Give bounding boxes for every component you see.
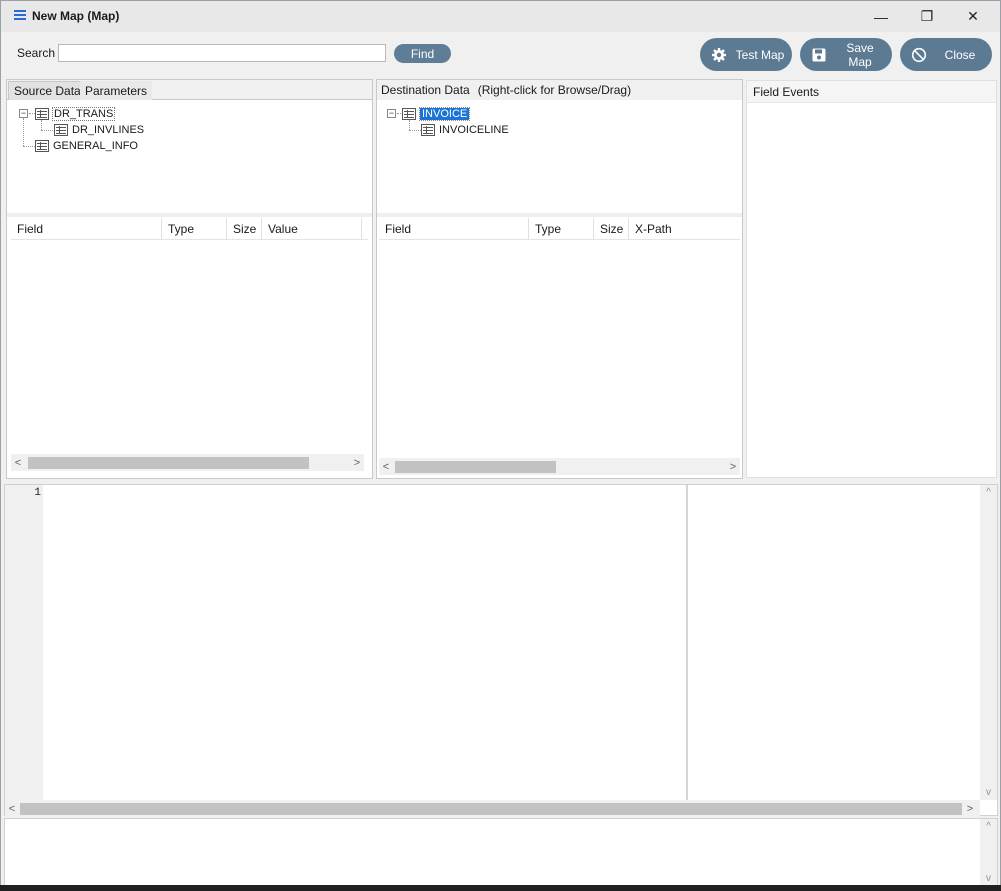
table-icon (421, 123, 435, 136)
output-console[interactable]: ^ v (4, 818, 998, 886)
field-events-title: Field Events (747, 81, 996, 103)
tree-node-label: DR_INVLINES (72, 123, 145, 136)
scroll-right-arrow[interactable]: > (350, 454, 364, 471)
save-map-button[interactable]: Save Map (800, 38, 892, 71)
gear-icon (704, 47, 734, 63)
table-icon (402, 107, 416, 120)
test-map-button[interactable]: Test Map (700, 38, 792, 71)
table-icon (35, 139, 49, 152)
column-header-size[interactable]: Size (227, 218, 262, 240)
column-header-value[interactable]: Value (262, 218, 362, 240)
search-label: Search (17, 46, 56, 60)
destination-field-grid-header: Field Type Size X-Path (379, 218, 740, 240)
source-splitter[interactable] (7, 213, 372, 217)
scroll-right-arrow[interactable]: > (726, 458, 740, 475)
collapse-toggle[interactable]: − (387, 109, 396, 118)
column-header-field[interactable]: Field (379, 218, 529, 240)
prohibit-icon (904, 47, 934, 63)
tree-node-dr-trans[interactable]: DR_TRANS (35, 106, 116, 121)
scroll-thumb[interactable] (395, 461, 556, 473)
maximize-button[interactable]: ❐ (904, 1, 950, 32)
destination-field-grid[interactable] (379, 241, 740, 456)
field-events-pane: Field Events (746, 80, 997, 478)
scroll-left-arrow[interactable]: < (11, 454, 25, 471)
scroll-thumb[interactable] (28, 457, 309, 469)
floppy-icon (804, 48, 834, 62)
save-map-label: Save Map (846, 40, 874, 69)
map-editor-window: New Map (Map) — ❐ ✕ Search Find Test Map… (0, 0, 1001, 891)
scroll-left-arrow[interactable]: < (379, 458, 393, 475)
taskbar-strip (0, 885, 1001, 891)
tab-source-data[interactable]: Source Data (8, 81, 87, 100)
find-button[interactable]: Find (394, 44, 451, 63)
destination-title: Destination Data (381, 83, 470, 97)
source-field-grid[interactable] (11, 241, 368, 453)
scroll-thumb[interactable] (20, 803, 962, 815)
editor-side-panel (688, 485, 980, 800)
tree-node-invoice[interactable]: INVOICE (402, 106, 471, 121)
line-number-gutter: 1 (5, 485, 43, 800)
source-tabstrip: Source Data Parameters (7, 80, 372, 100)
destination-hscrollbar[interactable]: < > (379, 458, 740, 475)
line-number: 1 (34, 487, 41, 499)
scroll-left-arrow[interactable]: < (5, 800, 19, 817)
close-label: Close (944, 47, 976, 62)
editor-vscrollbar[interactable]: ^ v (980, 485, 997, 800)
column-header-type[interactable]: Type (162, 218, 227, 240)
tree-node-label: INVOICE (418, 106, 471, 121)
tree-node-invoiceline[interactable]: INVOICELINE (421, 122, 509, 137)
scroll-right-arrow[interactable]: > (963, 800, 977, 817)
tree-node-label: GENERAL_INFO (53, 139, 138, 152)
search-input[interactable] (58, 44, 386, 62)
source-data-pane: Source Data Parameters − DR_TRANS DR_INV… (6, 79, 373, 479)
destination-splitter[interactable] (377, 213, 742, 217)
scroll-up-arrow[interactable]: ^ (980, 819, 997, 833)
window-close-button[interactable]: ✕ (950, 1, 996, 32)
destination-hint: (Right-click for Browse/Drag) (477, 83, 632, 97)
code-input-area[interactable] (43, 485, 686, 800)
destination-tree: − INVOICE INVOICELINE (377, 101, 742, 213)
source-hscrollbar[interactable]: < > (11, 454, 364, 471)
hamburger-icon (14, 10, 26, 20)
window-title: New Map (Map) (32, 9, 120, 23)
tab-parameters[interactable]: Parameters (80, 81, 153, 100)
column-header-size[interactable]: Size (594, 218, 629, 240)
column-header-xpath[interactable]: X-Path (629, 218, 740, 240)
tree-node-general-info[interactable]: GENERAL_INFO (35, 138, 138, 153)
tree-node-label: INVOICELINE (439, 123, 509, 136)
tree-node-label: DR_TRANS (51, 106, 116, 121)
test-map-label: Test Map (735, 47, 785, 62)
tree-node-dr-invlines[interactable]: DR_INVLINES (54, 122, 144, 137)
close-button[interactable]: Close (900, 38, 992, 71)
table-icon (35, 107, 49, 120)
source-field-grid-header: Field Type Size Value (11, 218, 368, 240)
table-icon (54, 123, 68, 136)
editor-hscrollbar[interactable]: < > (5, 800, 980, 817)
minimize-button[interactable]: — (858, 1, 904, 32)
collapse-toggle[interactable]: − (19, 109, 28, 118)
column-header-field[interactable]: Field (11, 218, 162, 240)
column-header-type[interactable]: Type (529, 218, 594, 240)
title-bar: New Map (Map) — ❐ ✕ (1, 1, 1000, 32)
scroll-up-arrow[interactable]: ^ (980, 485, 997, 499)
script-editor: 1 ^ v < > (4, 484, 998, 817)
scroll-down-arrow[interactable]: v (980, 785, 997, 799)
scroll-down-arrow[interactable]: v (980, 871, 997, 885)
destination-data-pane: Destination Data (Right-click for Browse… (376, 79, 743, 479)
output-vscrollbar[interactable]: ^ v (980, 819, 997, 885)
destination-header: Destination Data (Right-click for Browse… (377, 80, 742, 100)
source-tree: − DR_TRANS DR_INVLINES GENERAL_INFO (7, 101, 372, 213)
